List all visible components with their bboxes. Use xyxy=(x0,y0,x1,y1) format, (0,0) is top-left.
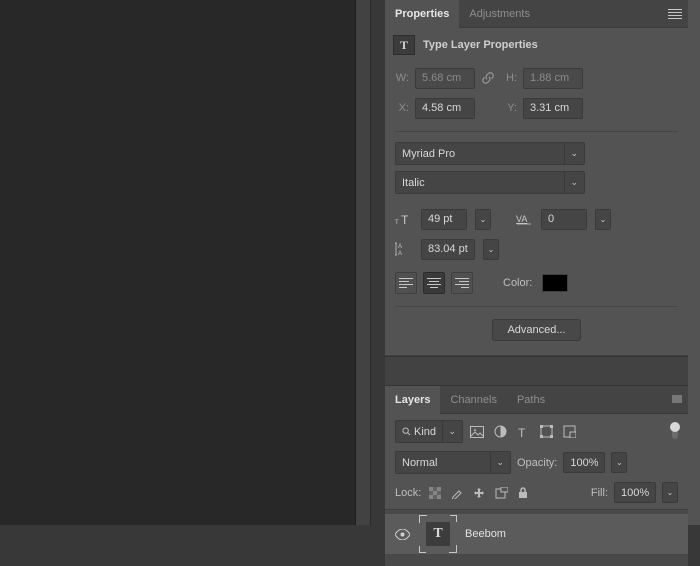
chevron-down-icon: ⌄ xyxy=(564,172,578,193)
layer-name-label[interactable]: Beebom xyxy=(465,528,506,540)
layers-tab-bar: Layers Channels Paths xyxy=(385,386,688,414)
fill-field[interactable] xyxy=(614,482,656,503)
align-center-button[interactable] xyxy=(423,272,445,294)
y-label: Y: xyxy=(503,102,517,114)
font-size-field[interactable] xyxy=(421,209,467,230)
layer-filter-row: Kind ⌄ T xyxy=(385,414,688,449)
tab-paths[interactable]: Paths xyxy=(507,386,555,414)
lock-all-icon[interactable] xyxy=(515,485,531,501)
chevron-down-icon: ⌄ xyxy=(490,452,504,473)
tab-channels[interactable]: Channels xyxy=(440,386,506,414)
color-label: Color: xyxy=(503,277,532,289)
chevron-down-icon: ⌄ xyxy=(442,421,456,442)
panel-menu-icon[interactable] xyxy=(668,9,682,19)
size-row: W: H: xyxy=(395,63,678,93)
leading-stepper[interactable]: ⌄ xyxy=(483,239,499,260)
position-row: X: Y: xyxy=(395,93,678,123)
y-field[interactable] xyxy=(523,98,583,119)
layer-thumbnail-frame: T xyxy=(419,515,457,553)
svg-text:T: T xyxy=(395,220,399,226)
filter-toggle[interactable] xyxy=(672,425,678,439)
leading-icon: AA xyxy=(395,240,413,258)
type-icon: T xyxy=(393,35,415,55)
width-label: W: xyxy=(395,72,409,84)
opacity-stepper[interactable]: ⌄ xyxy=(611,452,627,473)
filter-type-icon[interactable]: T xyxy=(514,423,532,441)
tracking-icon: VA xyxy=(515,210,533,228)
text-color-swatch[interactable] xyxy=(542,274,568,292)
text-align-group xyxy=(395,272,473,294)
font-family-select[interactable]: Myriad Pro ⌄ xyxy=(395,142,585,165)
font-style-select[interactable]: Italic ⌄ xyxy=(395,171,585,194)
opacity-field[interactable] xyxy=(563,452,605,473)
lock-row: Lock: Fill: ⌄ xyxy=(385,478,688,510)
filter-shape-icon[interactable] xyxy=(537,423,555,441)
chevron-down-icon: ⌄ xyxy=(564,143,578,164)
panel-gutter xyxy=(371,0,385,525)
layer-item[interactable]: T Beebom xyxy=(385,514,688,554)
blend-row: Normal ⌄ Opacity: ⌄ xyxy=(385,449,688,478)
filter-smartobject-icon[interactable] xyxy=(560,423,578,441)
align-left-button[interactable] xyxy=(395,272,417,294)
font-size-stepper[interactable]: ⌄ xyxy=(475,209,491,230)
font-family-value: Myriad Pro xyxy=(402,148,455,160)
filter-kind-select[interactable]: Kind ⌄ xyxy=(395,420,463,443)
fill-label: Fill: xyxy=(591,487,608,499)
lock-position-icon[interactable] xyxy=(471,485,487,501)
advanced-button[interactable]: Advanced... xyxy=(492,319,580,341)
blend-mode-value: Normal xyxy=(402,457,437,469)
filter-pixel-icon[interactable] xyxy=(468,423,486,441)
width-field[interactable] xyxy=(415,68,475,89)
blend-mode-select[interactable]: Normal ⌄ xyxy=(395,451,511,474)
lock-label: Lock: xyxy=(395,487,421,499)
visibility-icon[interactable] xyxy=(395,529,411,540)
panel-menu-icon[interactable] xyxy=(672,395,682,403)
panel-gap xyxy=(385,356,688,386)
type-layer-header: T Type Layer Properties xyxy=(385,28,688,57)
font-size-icon: TT xyxy=(395,210,413,228)
filter-kind-value: Kind xyxy=(414,426,436,438)
leading-field[interactable] xyxy=(421,239,475,260)
align-right-button[interactable] xyxy=(451,272,473,294)
tab-adjustments[interactable]: Adjustments xyxy=(459,0,540,28)
lock-transparency-icon[interactable] xyxy=(427,485,443,501)
height-field[interactable] xyxy=(523,68,583,89)
font-style-value: Italic xyxy=(402,177,425,189)
layers-list: T Beebom xyxy=(385,510,688,566)
canvas-area[interactable] xyxy=(0,0,355,525)
type-layer-title: Type Layer Properties xyxy=(423,39,538,51)
x-label: X: xyxy=(395,102,409,114)
lock-artboard-icon[interactable] xyxy=(493,485,509,501)
fill-stepper[interactable]: ⌄ xyxy=(662,482,678,503)
tracking-stepper[interactable]: ⌄ xyxy=(595,209,611,230)
tracking-field[interactable] xyxy=(541,209,587,230)
vertical-scrollbar[interactable] xyxy=(356,0,371,525)
svg-text:T: T xyxy=(401,213,409,226)
height-label: H: xyxy=(503,72,517,84)
svg-text:A: A xyxy=(398,251,402,256)
layers-panel: Layers Channels Paths Kind ⌄ T Normal ⌄ … xyxy=(385,386,688,566)
svg-text:VA: VA xyxy=(516,214,527,224)
link-wh-icon[interactable] xyxy=(481,71,497,85)
opacity-label: Opacity: xyxy=(517,457,557,469)
svg-text:T: T xyxy=(518,426,526,438)
properties-tab-bar: Properties Adjustments xyxy=(385,0,688,28)
filter-adjustment-icon[interactable] xyxy=(491,423,509,441)
tab-properties[interactable]: Properties xyxy=(385,0,459,28)
properties-panel: Properties Adjustments T Type Layer Prop… xyxy=(385,0,688,356)
type-layer-thumb: T xyxy=(426,522,450,546)
right-edge xyxy=(688,0,700,525)
x-field[interactable] xyxy=(415,98,475,119)
svg-text:A: A xyxy=(398,244,402,250)
lock-pixels-icon[interactable] xyxy=(449,485,465,501)
tab-layers[interactable]: Layers xyxy=(385,386,440,414)
